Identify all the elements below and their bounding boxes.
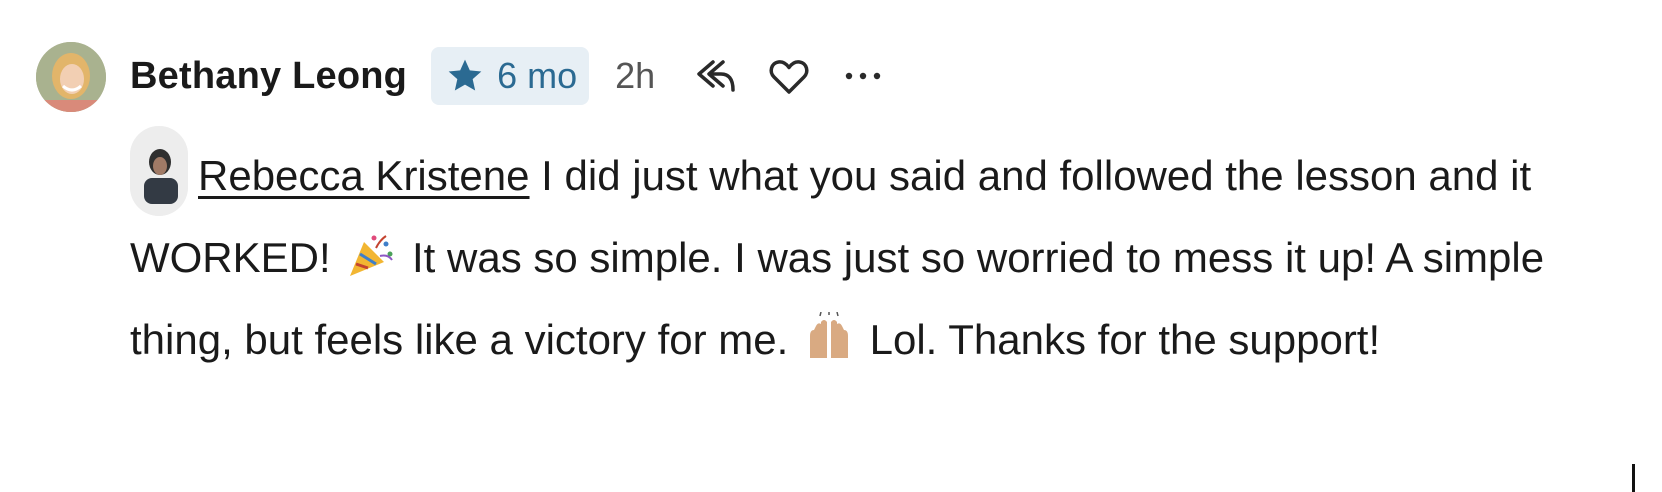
like-button[interactable]	[765, 52, 813, 100]
party-popper-emoji	[350, 235, 394, 276]
author-avatar[interactable]	[36, 42, 106, 112]
heart-icon	[769, 60, 809, 94]
reply-icon	[697, 60, 735, 92]
star-icon	[448, 59, 482, 91]
raising-hands-emoji	[809, 312, 848, 358]
author-name[interactable]: Bethany Leong	[130, 55, 407, 98]
mention-link[interactable]: Rebecca Kristene	[198, 152, 530, 199]
tenure-label: 6 mo	[497, 55, 578, 96]
comment: Bethany Leong 6 mo 2h Rebecca Kristene I…	[0, 0, 1662, 492]
more-options-button[interactable]	[839, 52, 887, 100]
reply-button[interactable]	[691, 52, 739, 100]
timestamp: 2h	[615, 55, 656, 96]
comment-header: Bethany Leong 6 mo 2h	[130, 46, 913, 106]
more-icon	[845, 72, 881, 80]
mention-avatar-image	[130, 126, 188, 216]
mention-avatar[interactable]	[130, 126, 188, 216]
avatar-image	[36, 42, 106, 112]
text-cursor	[1632, 464, 1635, 492]
comment-text-part3: Lol. Thanks for the support!	[857, 316, 1381, 363]
comment-body: Rebecca Kristene I did just what you sai…	[130, 126, 1600, 381]
tenure-badge: 6 mo	[431, 47, 590, 105]
